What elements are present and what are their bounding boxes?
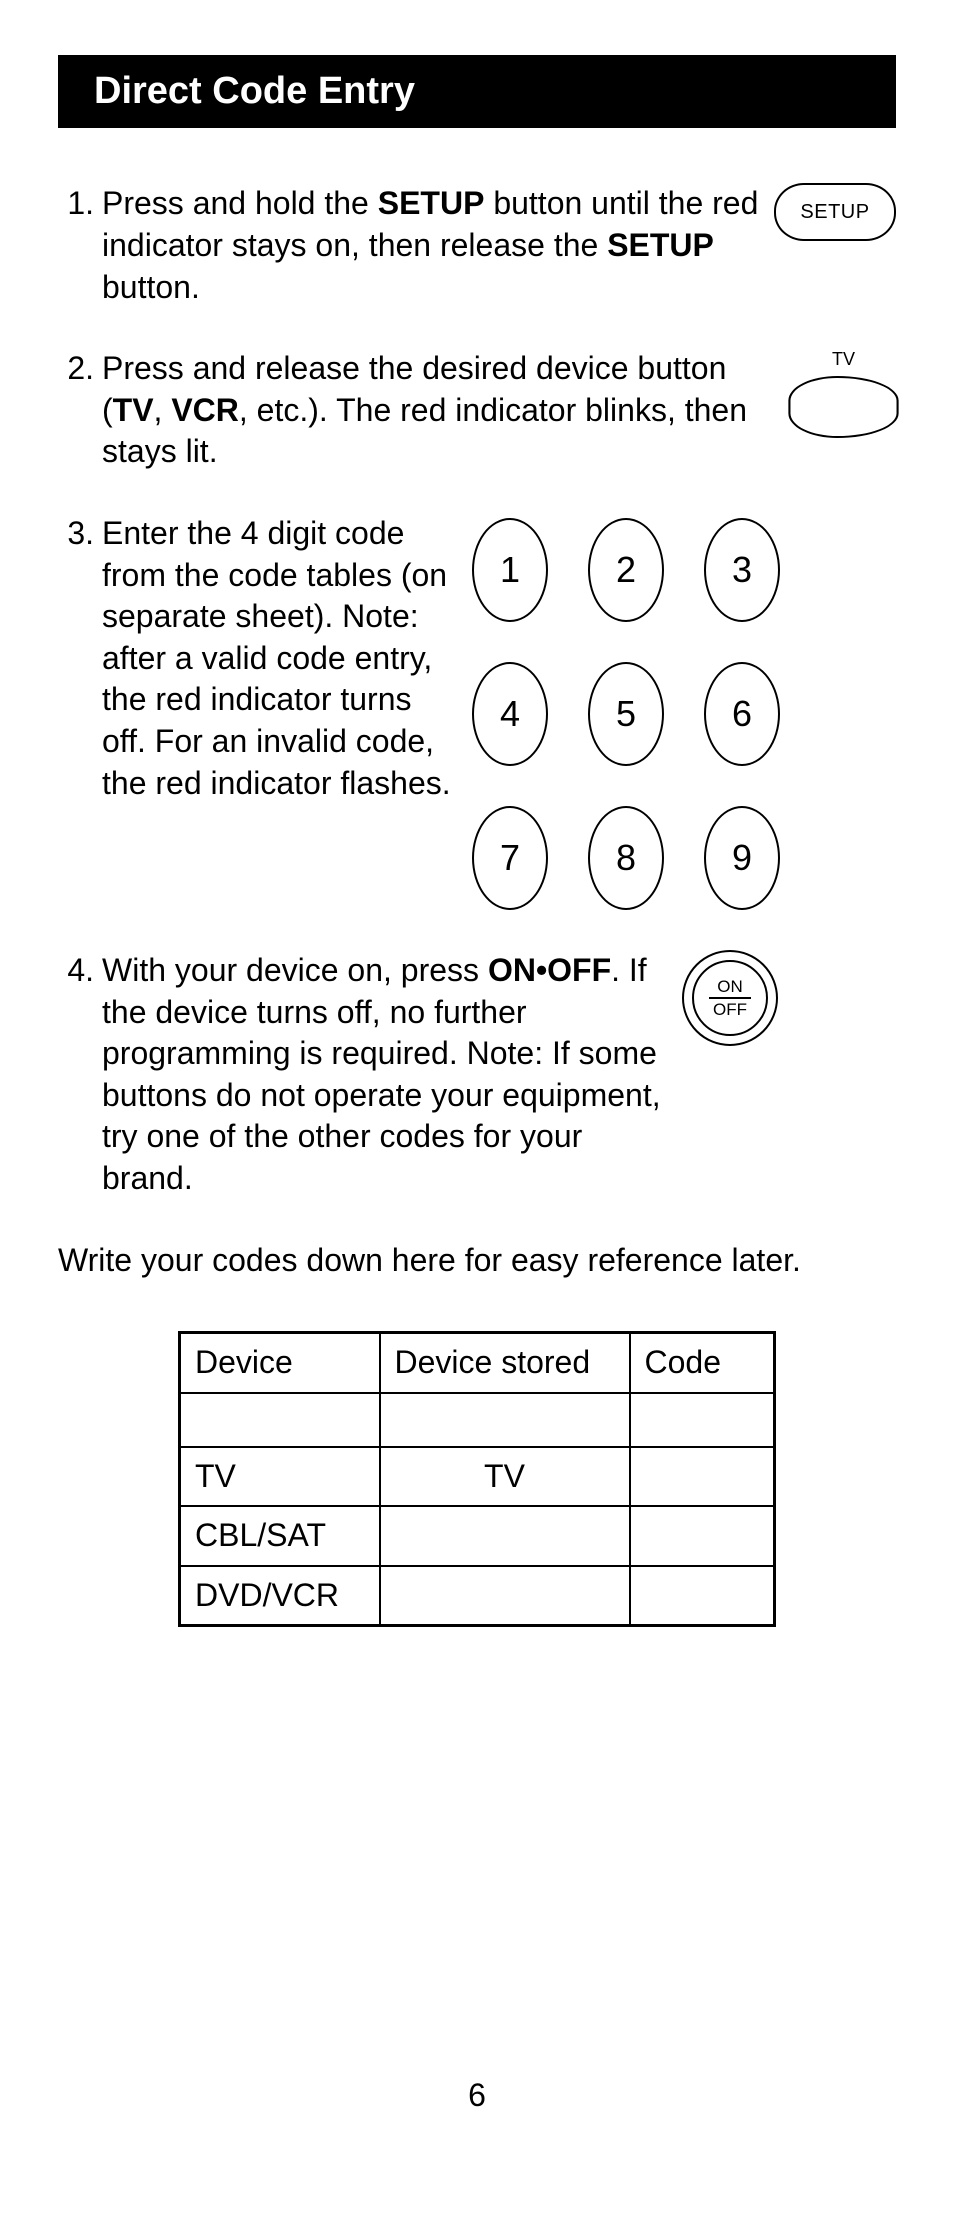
step-icon: TV xyxy=(791,348,896,437)
setup-button-icon: SETUP xyxy=(774,183,896,241)
table-row: DVD/VCR xyxy=(180,1566,775,1626)
header-device: Device xyxy=(180,1333,380,1393)
onoff-button-icon: ON OFF xyxy=(682,950,778,1046)
step-icon: 1 2 3 4 5 6 7 8 9 xyxy=(472,513,780,910)
page-number: 6 xyxy=(0,2075,954,2117)
key-4: 4 xyxy=(472,662,548,766)
step-text: With your device on, press ON•OFF. If th… xyxy=(102,950,682,1200)
step-icon: ON OFF xyxy=(682,950,778,1046)
table-row xyxy=(180,1393,775,1447)
page-content: Direct Code Entry 1. Press and hold the … xyxy=(0,0,954,1627)
step-4: 4. With your device on, press ON•OFF. If… xyxy=(58,950,896,1200)
step-number: 1. xyxy=(58,183,102,225)
off-label: OFF xyxy=(713,1001,747,1018)
step-number: 2. xyxy=(58,348,102,390)
key-3: 3 xyxy=(704,518,780,622)
tv-button-icon xyxy=(788,376,898,438)
key-1: 1 xyxy=(472,518,548,622)
step-3: 3. Enter the 4 digit code from the code … xyxy=(58,513,896,910)
key-5: 5 xyxy=(588,662,664,766)
tv-label: TV xyxy=(832,348,855,371)
step-text: Enter the 4 digit code from the code tab… xyxy=(102,513,472,804)
header-code: Code xyxy=(630,1333,775,1393)
key-7: 7 xyxy=(472,806,548,910)
codes-table: Device Device stored Code TV TV CBL/SAT … xyxy=(178,1331,776,1627)
table-row: CBL/SAT xyxy=(180,1506,775,1566)
key-9: 9 xyxy=(704,806,780,910)
on-label: ON xyxy=(717,978,743,995)
step-text: Press and hold the SETUP button until th… xyxy=(102,183,774,308)
keypad-icon: 1 2 3 4 5 6 7 8 9 xyxy=(472,518,780,910)
step-icon: SETUP xyxy=(774,183,896,241)
step-1: 1. Press and hold the SETUP button until… xyxy=(58,183,896,308)
header-stored: Device stored xyxy=(380,1333,630,1393)
table-row: TV TV xyxy=(180,1447,775,1507)
step-number: 4. xyxy=(58,950,102,992)
key-6: 6 xyxy=(704,662,780,766)
step-number: 3. xyxy=(58,513,102,555)
key-2: 2 xyxy=(588,518,664,622)
step-text: Press and release the desired device but… xyxy=(102,348,791,473)
step-2: 2. Press and release the desired device … xyxy=(58,348,896,473)
key-8: 8 xyxy=(588,806,664,910)
section-title: Direct Code Entry xyxy=(58,55,896,128)
reference-note: Write your codes down here for easy refe… xyxy=(58,1240,896,1282)
table-header-row: Device Device stored Code xyxy=(180,1333,775,1393)
